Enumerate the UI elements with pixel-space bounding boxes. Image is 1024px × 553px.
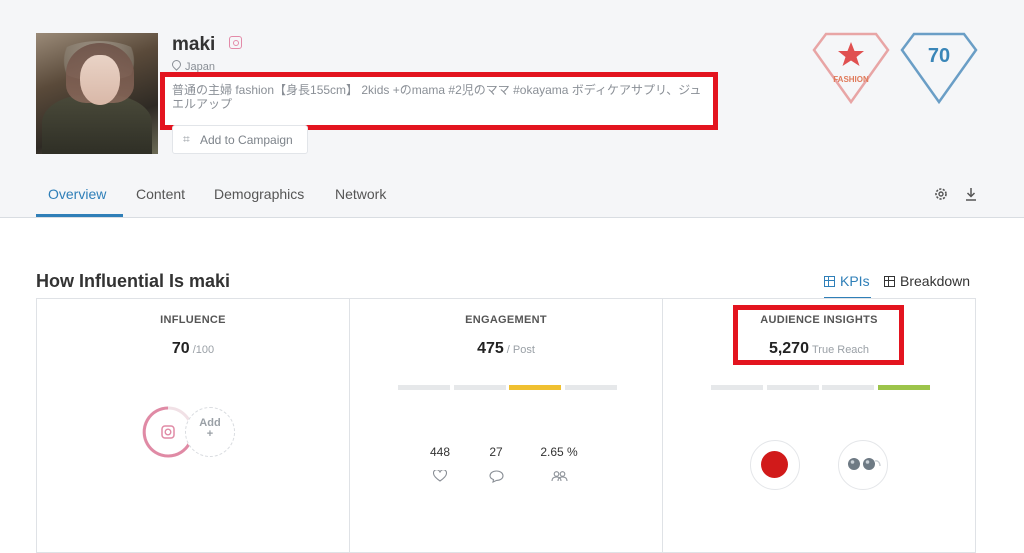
level-segment — [564, 385, 617, 390]
audience-glasses-icon[interactable] — [838, 440, 888, 490]
engagement-level-bar — [398, 385, 617, 391]
download-icon[interactable] — [963, 186, 979, 202]
profile-name: maki — [172, 34, 216, 55]
tab-demographics[interactable]: Demographics — [214, 186, 304, 202]
kpis-toggle[interactable]: KPIs — [824, 273, 870, 289]
badge-category-label: FASHION — [833, 75, 869, 84]
profile-bio: 普通の主婦 fashion【身長155cm】 2kids +のmama #2児の… — [160, 72, 718, 130]
influence-title: INFLUENCE — [160, 314, 226, 326]
engagement-value: 475/ Post — [477, 340, 535, 357]
grid-icon — [824, 276, 835, 287]
add-to-campaign-button[interactable]: ⌗ Add to Campaign — [172, 125, 308, 154]
level-segment — [711, 385, 763, 390]
influence-value: 70/100 — [171, 340, 215, 357]
diamond-icon — [900, 32, 978, 104]
comments-stat: 27 — [489, 445, 503, 459]
diamond-icon — [812, 32, 890, 104]
category-badge-fashion[interactable]: FASHION — [812, 32, 890, 104]
tab-network[interactable]: Network — [335, 186, 386, 202]
audience-level-bar — [711, 385, 930, 391]
level-segment — [453, 385, 506, 390]
level-segment — [509, 385, 561, 390]
profile-header: maki Japan 普通の主婦 fashion【身長155cm】 2kids … — [0, 0, 1024, 218]
hashtag-icon: ⌗ — [183, 132, 190, 146]
likes-stat: 448 — [429, 445, 451, 459]
active-tab-indicator — [36, 214, 123, 217]
comment-icon — [489, 470, 504, 483]
gear-icon[interactable] — [933, 186, 949, 202]
tab-content[interactable]: Content — [136, 186, 185, 202]
badge-score-value: 70 — [927, 45, 951, 67]
level-segment — [398, 385, 450, 390]
engagement-title: ENGAGEMENT — [465, 314, 547, 326]
engagement-rate-icon — [551, 471, 568, 482]
audience-highlight-box — [733, 305, 904, 365]
heart-icon — [433, 470, 447, 482]
influence-panel: INFLUENCE 70/100 Add + — [36, 298, 350, 553]
country-japan-flag-icon[interactable] — [750, 440, 800, 490]
location-pin-icon — [170, 58, 183, 71]
instagram-icon[interactable] — [229, 36, 242, 49]
level-segment — [766, 385, 819, 390]
level-segment — [822, 385, 874, 390]
breakdown-toggle[interactable]: Breakdown — [884, 273, 970, 289]
table-icon — [884, 276, 895, 287]
add-network-button[interactable]: Add + — [185, 407, 235, 457]
level-segment — [877, 385, 930, 390]
avatar — [36, 33, 158, 154]
engagement-panel: ENGAGEMENT 475/ Post 448 27 2.65 % — [349, 298, 663, 553]
tab-overview[interactable]: Overview — [48, 186, 106, 202]
score-badge[interactable]: 70 — [900, 32, 978, 104]
section-title: How Influential Is maki — [36, 271, 231, 291]
engagement-rate-stat: 2.65 % — [540, 445, 578, 459]
